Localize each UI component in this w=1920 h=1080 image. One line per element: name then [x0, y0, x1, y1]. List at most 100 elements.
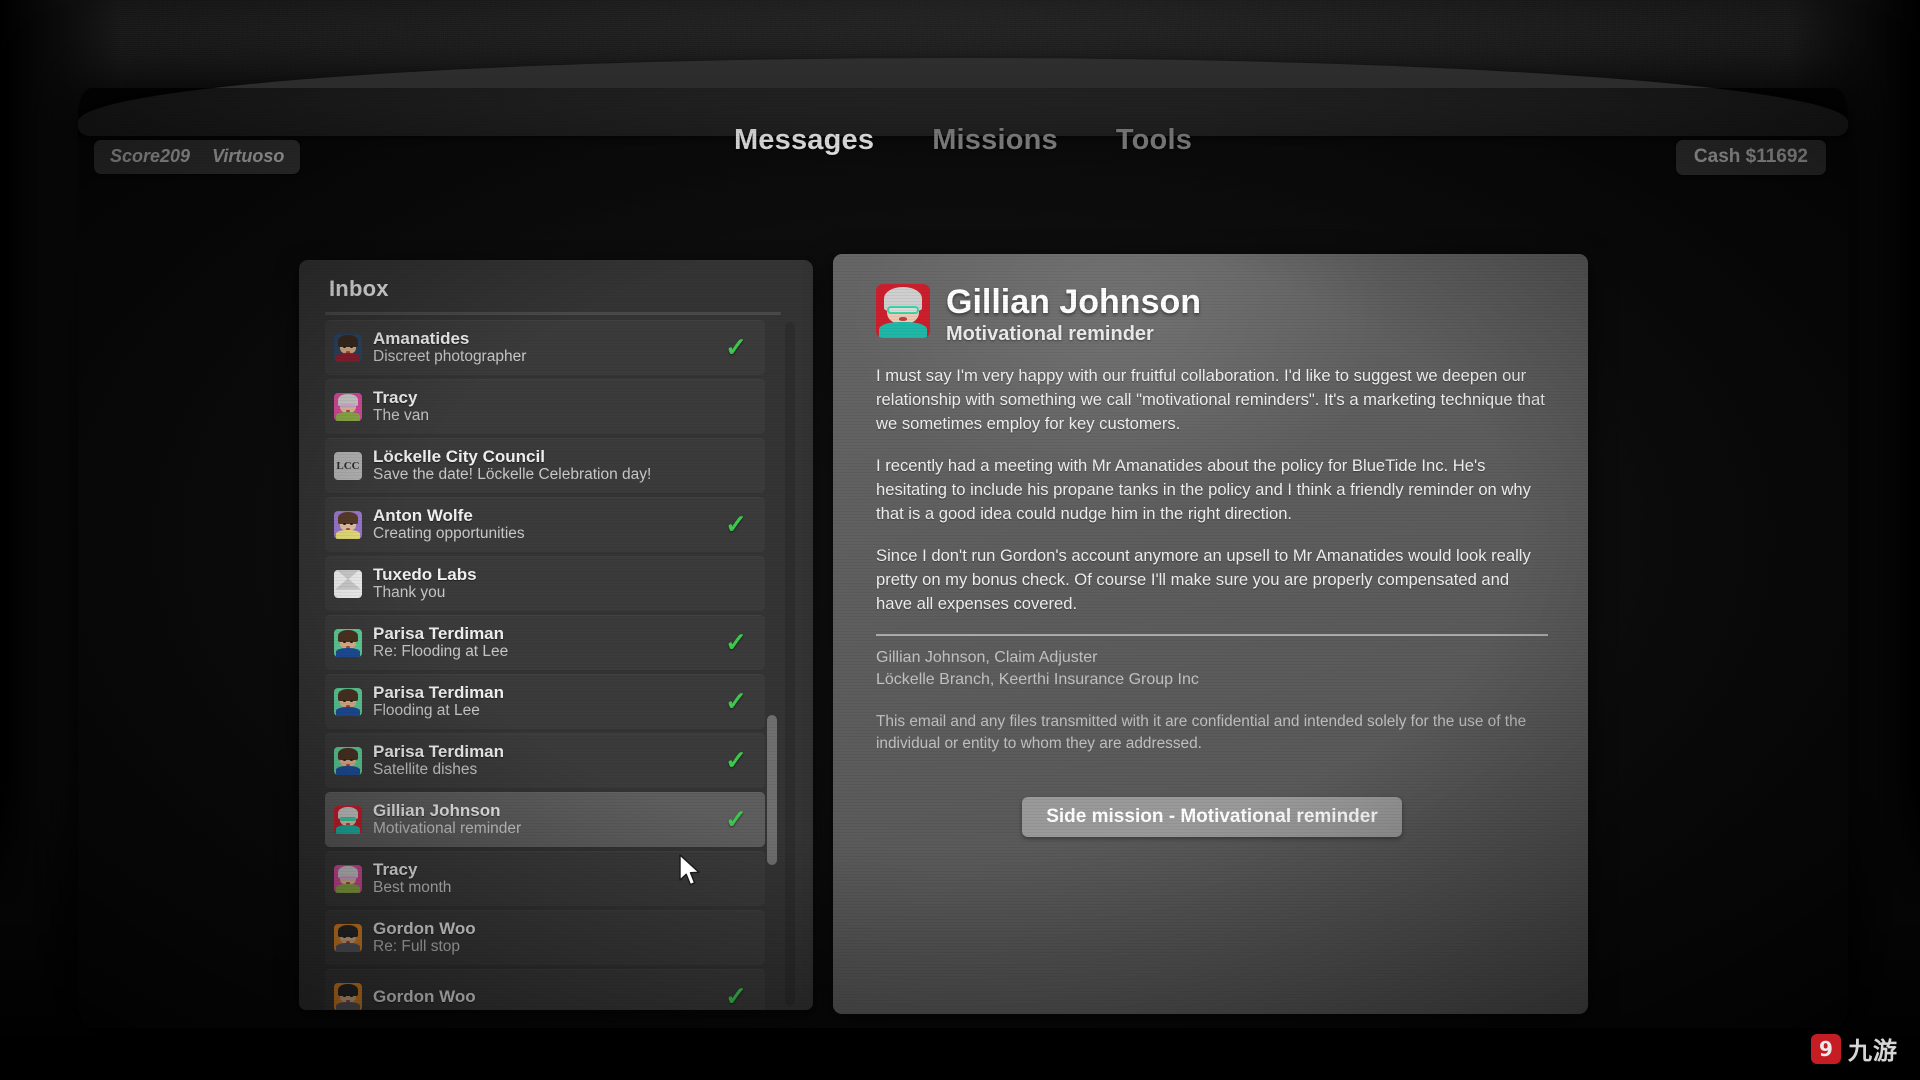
mail-list-item[interactable]: Tuxedo Labs Thank you	[325, 556, 765, 611]
score-label: Score209	[110, 146, 191, 166]
monitor-screen: Score209 Virtuoso Messages Missions Tool…	[78, 58, 1848, 1028]
avatar-body	[335, 353, 361, 362]
email-paragraph: Since I don't run Gordon's account anymo…	[876, 546, 1531, 613]
avatar-tracy	[334, 392, 362, 421]
watermark-text: 九游	[1848, 1038, 1898, 1065]
avatar-mouth	[345, 704, 351, 707]
email-body: I must say I'm very happy with our fruit…	[876, 364, 1548, 837]
avatar-mouth	[345, 527, 351, 530]
watermark: 9 九游	[1811, 1031, 1898, 1066]
mail-item-text: Gordon Woo Re: Full stop	[373, 919, 713, 956]
mail-list-item[interactable]: Amanatides Discreet photographer ✓	[325, 320, 765, 375]
mail-subject: Creating opportunities	[373, 525, 525, 542]
cash-pill: Cash $11692	[1675, 140, 1826, 175]
avatar-glasses	[339, 816, 357, 821]
mail-sender-name: Tracy	[373, 388, 418, 407]
avatar-glasses	[886, 305, 920, 314]
mail-subject: Thank you	[373, 584, 446, 601]
tab-messages[interactable]: Messages	[734, 124, 874, 157]
mail-list-item[interactable]: Parisa Terdiman Flooding at Lee ✓	[325, 674, 765, 729]
avatar-gordon-woo	[334, 982, 362, 1010]
mail-list-item[interactable]: Tracy The van	[325, 379, 765, 434]
avatar-body	[335, 943, 361, 952]
mail-list-item[interactable]: Parisa Terdiman Re: Flooding at Lee ✓	[325, 615, 765, 670]
inbox-message-list[interactable]: Amanatides Discreet photographer ✓ Tracy The…	[325, 320, 765, 1010]
mail-read-check-icon: ✓	[725, 627, 747, 657]
avatar-lcc: LCC	[334, 451, 362, 480]
mail-subject: Re: Flooding at Lee	[373, 643, 509, 660]
mail-subject: Discreet photographer	[373, 348, 527, 365]
avatar-hair	[337, 925, 359, 938]
signature-divider	[876, 634, 1548, 636]
score-pill: Score209 Virtuoso	[94, 140, 301, 174]
watermark-logo-icon: 9	[1811, 1033, 1841, 1064]
mail-list-item[interactable]: Anton Wolfe Creating opportunities ✓	[325, 497, 765, 552]
inbox-panel: Inbox Amanatides Discreet photographer ✓ Tr…	[299, 260, 813, 1010]
nav-tabs: Messages Missions Tools	[78, 124, 1848, 157]
mail-list-item[interactable]: LCC Löckelle City Council Save the date! L…	[325, 438, 765, 493]
email-disclaimer: This email and any files transmitted wit…	[876, 713, 1527, 752]
email-header: Gillian Johnson Motivational reminder	[876, 284, 1201, 347]
mail-subject: The van	[373, 407, 430, 424]
mail-subject: Satellite dishes	[373, 761, 478, 778]
mail-list-item[interactable]: Gordon Woo Re: Full stop	[325, 910, 765, 965]
avatar-body	[879, 321, 927, 338]
avatar-gillian-johnson	[876, 284, 930, 338]
avatar-body	[335, 530, 361, 539]
tab-missions[interactable]: Missions	[932, 124, 1058, 157]
avatar-body	[335, 884, 361, 893]
mail-list-item[interactable]: Parisa Terdiman Satellite dishes ✓	[325, 733, 765, 788]
avatar-body	[335, 1002, 361, 1010]
mail-read-check-icon: ✓	[725, 804, 747, 834]
mail-sender-name: Anton Wolfe	[373, 506, 473, 525]
avatar-tracy	[334, 864, 362, 893]
mail-subject: Best month	[373, 879, 452, 896]
mail-list-item[interactable]: Tracy Best month	[325, 851, 765, 906]
email-paragraph: I recently had a meeting with Mr Amanati…	[876, 456, 1531, 523]
mail-read-check-icon: ✓	[725, 332, 747, 362]
avatar-hair	[337, 630, 359, 643]
reading-pane: Gillian Johnson Motivational reminder I …	[833, 254, 1588, 1014]
mail-sender-name: Parisa Terdiman	[373, 742, 505, 761]
mail-list-item[interactable]: Gordon Woo ✓	[325, 969, 765, 1010]
email-subject: Motivational reminder	[946, 323, 1154, 345]
avatar-tuxedo-labs	[334, 569, 362, 598]
mail-item-text: Tracy Best month	[373, 860, 713, 897]
mail-read-check-icon: ✓	[725, 686, 747, 716]
avatar-body	[335, 412, 361, 421]
avatar-mouth	[345, 350, 351, 353]
mail-list-item[interactable]: Gillian Johnson Motivational reminder ✓	[325, 792, 765, 847]
inbox-scrollbar-thumb[interactable]	[767, 715, 777, 866]
inbox-scrollbar-track[interactable]	[767, 322, 795, 1006]
avatar-hair	[337, 748, 359, 761]
tab-tools[interactable]: Tools	[1116, 124, 1192, 157]
mission-button-wrap: Side mission - Motivational reminder	[876, 797, 1548, 837]
avatar-glasses	[339, 875, 357, 880]
mail-sender-name: Gordon Woo	[373, 919, 476, 938]
avatar-parisa-terdiman	[334, 746, 362, 775]
mail-item-text: Tracy The van	[373, 388, 713, 425]
side-mission-button[interactable]: Side mission - Motivational reminder	[1022, 797, 1402, 837]
mail-item-text: Parisa Terdiman Re: Flooding at Lee	[373, 624, 713, 661]
cash-label: Cash $11692	[1693, 146, 1808, 167]
signature-line-2: Löckelle Branch, Keerthi Insurance Group…	[876, 671, 1199, 688]
avatar-parisa-terdiman	[334, 628, 362, 657]
mail-sender-name: Tuxedo Labs	[373, 565, 477, 584]
mail-subject: Save the date! Löckelle Celebration day!	[373, 466, 652, 483]
mail-item-text: Tuxedo Labs Thank you	[373, 565, 713, 602]
avatar-body	[335, 825, 361, 834]
email-sender-name: Gillian Johnson	[946, 283, 1202, 321]
mail-item-text: Löckelle City Council Save the date! Löck…	[373, 447, 713, 484]
mail-read-check-icon: ✓	[725, 509, 747, 539]
mail-sender-name: Tracy	[373, 860, 418, 879]
mail-subject: Flooding at Lee	[373, 702, 480, 719]
mail-sender-name: Parisa Terdiman	[373, 624, 505, 643]
mail-sender-name: Löckelle City Council	[373, 447, 545, 466]
avatar-body	[335, 707, 361, 716]
avatar-glasses	[339, 403, 357, 408]
avatar-hair	[337, 984, 359, 997]
mail-sender-name: Amanatides	[373, 329, 470, 348]
avatar-mouth	[345, 999, 351, 1002]
mail-subject: Motivational reminder	[373, 820, 522, 837]
signature-line-1: Gillian Johnson, Claim Adjuster	[876, 649, 1098, 666]
